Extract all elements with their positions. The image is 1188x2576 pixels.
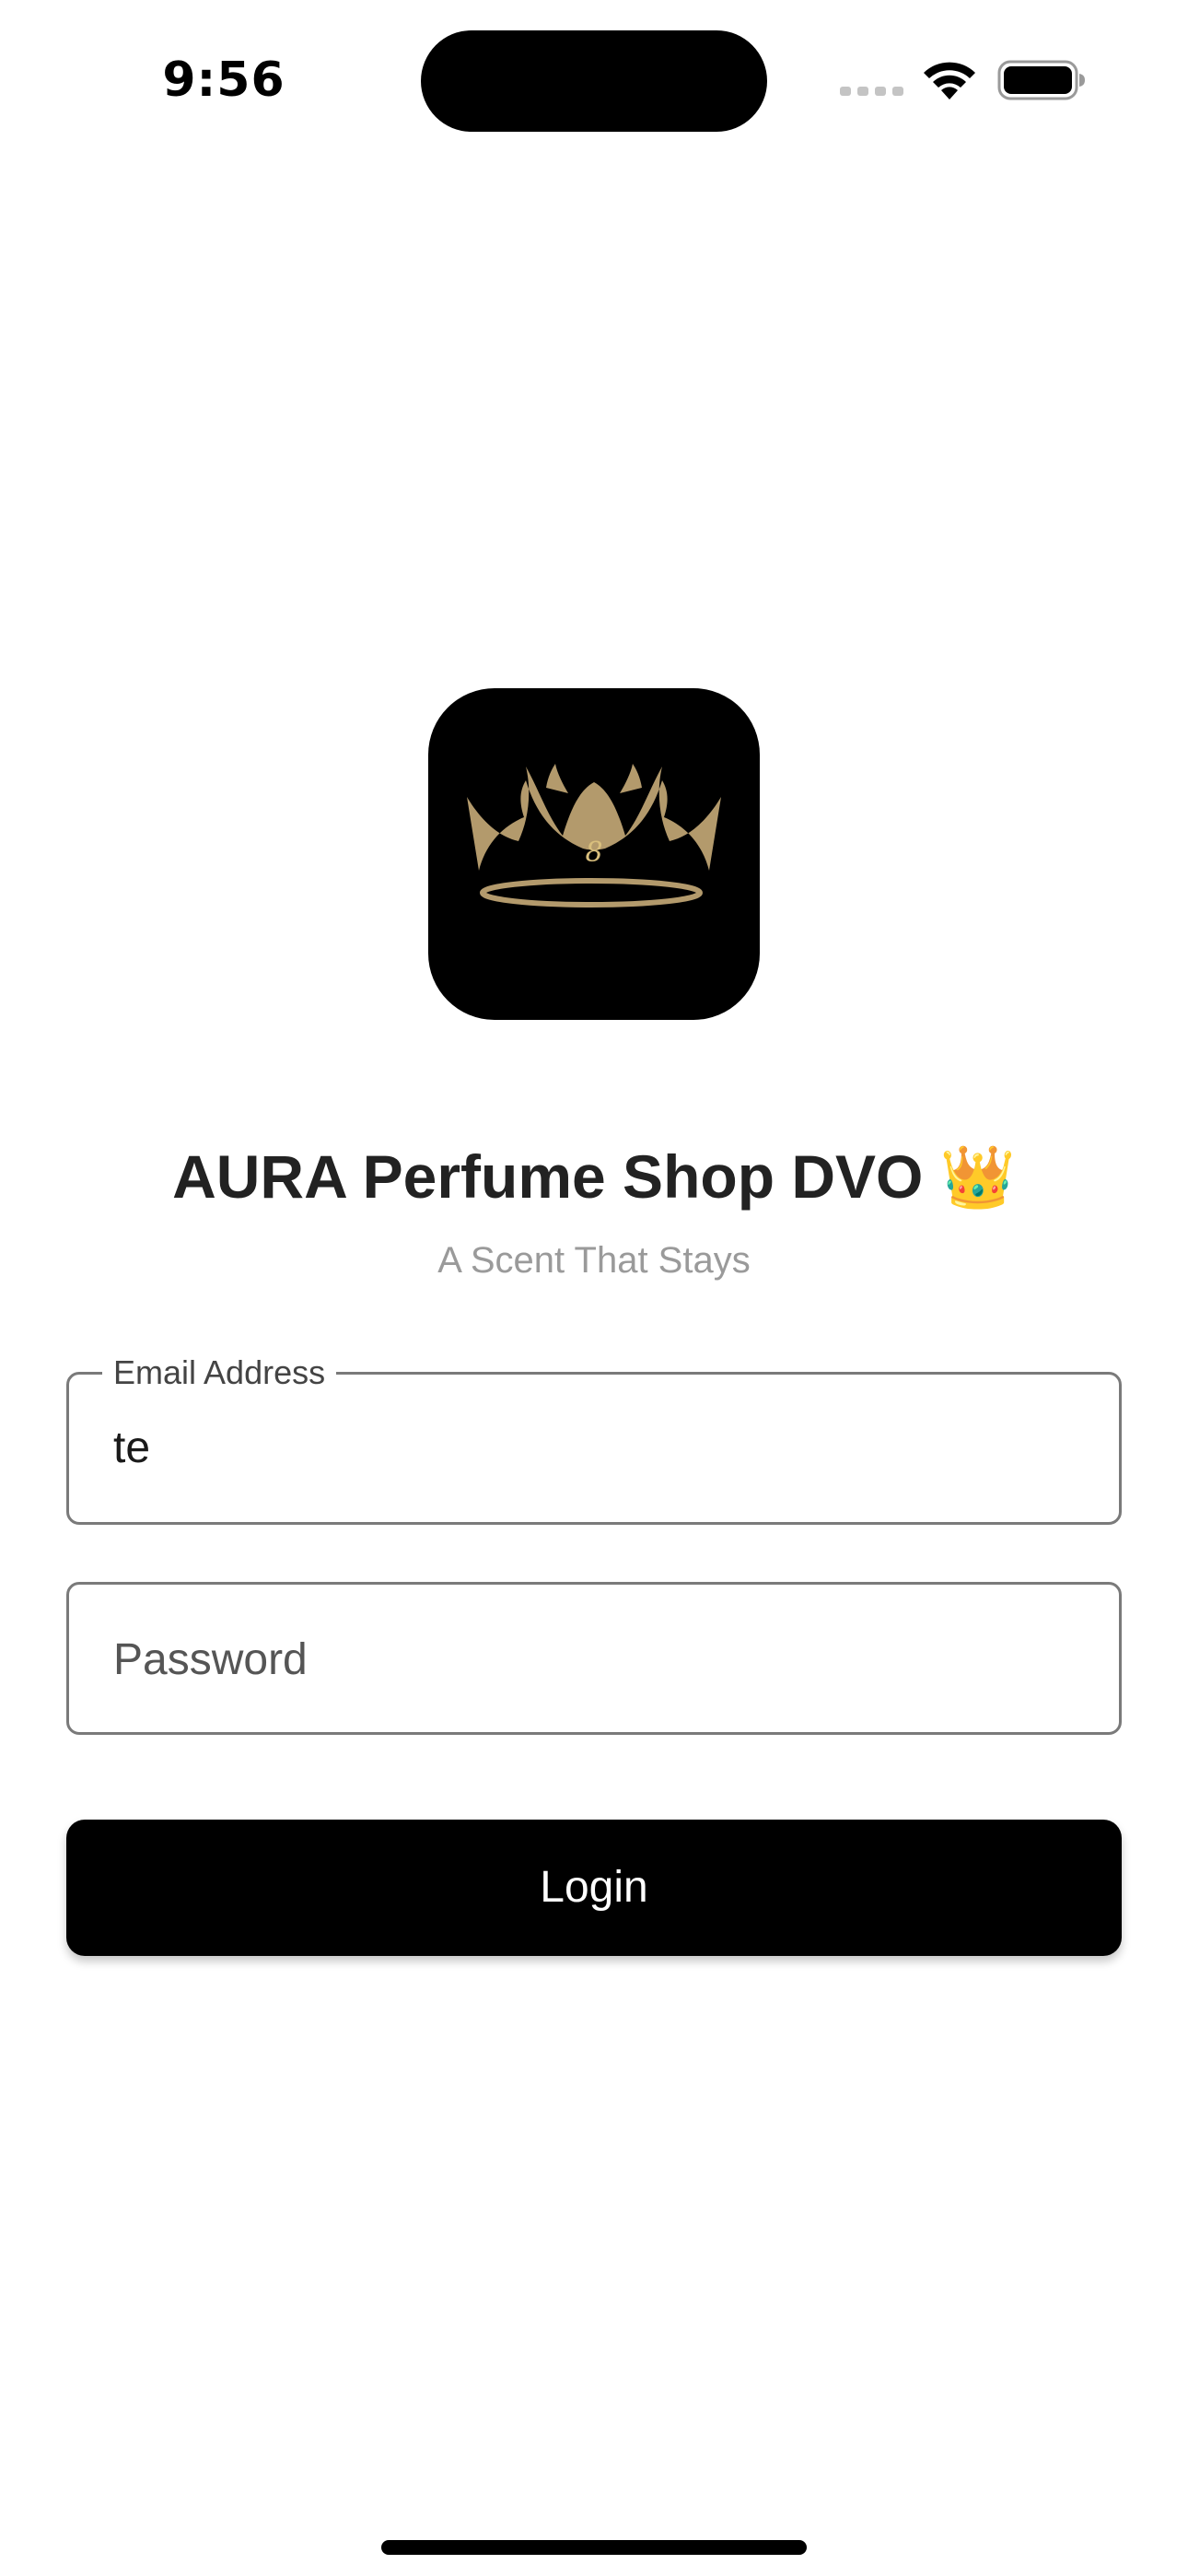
email-field-value[interactable]: te bbox=[113, 1421, 150, 1476]
password-field[interactable]: Password bbox=[66, 1582, 1122, 1735]
battery-icon bbox=[997, 60, 1085, 100]
email-field-label: Email Address bbox=[102, 1352, 337, 1393]
home-indicator[interactable] bbox=[381, 2540, 807, 2555]
app-subtitle: A Scent That Stays bbox=[437, 1240, 751, 1281]
app-title: AURA Perfume Shop DVO 👑 bbox=[172, 1142, 1016, 1211]
svg-text:8: 8 bbox=[585, 837, 602, 869]
dynamic-island bbox=[421, 30, 767, 132]
app-logo: 8 bbox=[428, 688, 760, 1020]
status-bar: 9:56 bbox=[0, 0, 1188, 157]
wifi-icon bbox=[924, 62, 975, 100]
status-time: 9:56 bbox=[162, 53, 285, 108]
login-button[interactable]: Login bbox=[66, 1820, 1122, 1956]
password-field-placeholder: Password bbox=[113, 1635, 308, 1684]
email-field[interactable]: Email Address te bbox=[66, 1352, 1122, 1525]
cellular-signal-icon bbox=[840, 87, 903, 96]
crown-icon: 8 bbox=[467, 764, 721, 907]
